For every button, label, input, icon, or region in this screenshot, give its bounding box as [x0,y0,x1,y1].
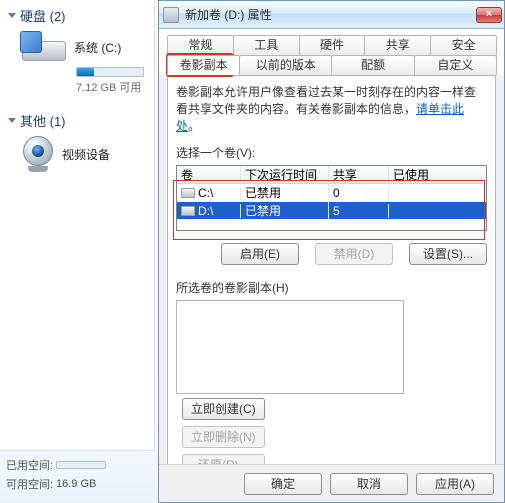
used-space-bar [56,461,106,469]
capacity-text: 7.12 GB 可用 [76,79,148,95]
dialog-button-row: 确定 取消 应用(A) [159,464,504,502]
section-other-label: 其他 (1) [20,111,66,130]
device-item-video[interactable]: 视频设备 [0,134,154,182]
dialog-title: 新加卷 (D:) 属性 [185,6,272,23]
shadow-copies-list[interactable] [176,300,404,394]
select-volume-label: 选择一个卷(V): [176,144,487,161]
table-row[interactable]: C:\ 已禁用 0 [177,184,486,202]
tab-hardware[interactable]: 硬件 [299,35,366,55]
drive-icon [20,31,68,63]
delete-now-button: 立即删除(N) [182,426,265,448]
tab-previous-versions[interactable]: 以前的版本 [239,55,332,75]
properties-dialog: 新加卷 (D:) 属性 × 常规 工具 硬件 共享 安全 卷影副本 以前的版本 … [158,0,505,503]
drive-icon [181,206,195,216]
enable-button[interactable]: 启用(E) [221,243,299,265]
section-header-drives[interactable]: 硬盘 (2) [0,0,154,29]
volume-table[interactable]: 卷 下次运行时间 共享 已使用 C:\ 已禁用 0 D:\ 已禁用 5 [176,165,487,231]
cancel-button[interactable]: 取消 [330,473,408,495]
collapse-icon [8,13,16,18]
section-drives-label: 硬盘 (2) [20,6,66,25]
volume-buttons: 启用(E) 禁用(D) 设置(S)... [176,243,487,265]
disable-button: 禁用(D) [315,243,393,265]
ok-button[interactable]: 确定 [244,473,322,495]
tab-security[interactable]: 安全 [430,35,497,55]
tab-general[interactable]: 常规 [167,35,234,55]
settings-button[interactable]: 设置(S)... [409,243,487,265]
dialog-titlebar[interactable]: 新加卷 (D:) 属性 × [159,1,504,29]
col-share[interactable]: 共享 [329,166,389,183]
tab-quota[interactable]: 配额 [331,55,414,75]
collapse-icon [8,118,16,123]
tab-content: 卷影副本允许用户像查看过去某一时刻存在的内容一样查看共享文件夹的内容。有关卷影副… [167,75,496,491]
drive-icon [181,188,195,198]
explorer-left-panel: 硬盘 (2) 系统 (C:) 7.12 GB 可用 其他 (1) 视频设备 已用… [0,0,155,503]
apply-button[interactable]: 应用(A) [416,473,494,495]
table-row[interactable]: D:\ 已禁用 5 [177,202,486,220]
avail-space-label: 可用空间: [6,476,56,492]
used-space-label: 已用空间: [6,457,56,473]
device-label: 视频设备 [62,146,110,163]
tab-shadow-copies[interactable]: 卷影副本 [167,55,240,75]
description-text: 卷影副本允许用户像查看过去某一时刻存在的内容一样查看共享文件夹的内容。有关卷影副… [176,84,487,134]
tab-row-1: 常规 工具 硬件 共享 安全 [159,29,504,55]
details-pane: 已用空间: 可用空间: 16.9 GB [0,450,155,503]
section-header-other[interactable]: 其他 (1) [0,105,154,134]
selected-copies-label: 所选卷的卷影副本(H) [176,279,487,296]
tab-tools[interactable]: 工具 [233,35,300,55]
webcam-icon [20,136,56,172]
tab-sharing[interactable]: 共享 [364,35,431,55]
avail-space-value: 16.9 GB [56,478,96,490]
col-used[interactable]: 已使用 [389,166,486,183]
col-nextrun[interactable]: 下次运行时间 [241,166,329,183]
close-icon: × [476,7,502,23]
create-now-button[interactable]: 立即创建(C) [182,398,265,420]
drive-icon [163,7,179,23]
table-header[interactable]: 卷 下次运行时间 共享 已使用 [177,166,486,184]
close-button[interactable]: × [474,1,504,29]
drive-label: 系统 (C:) [74,39,121,56]
drive-item-c[interactable]: 系统 (C:) 7.12 GB 可用 [0,29,154,105]
capacity-bar [76,67,144,77]
col-volume[interactable]: 卷 [177,166,241,183]
tab-row-2: 卷影副本 以前的版本 配额 自定义 [159,55,504,75]
tab-customize[interactable]: 自定义 [414,55,497,75]
